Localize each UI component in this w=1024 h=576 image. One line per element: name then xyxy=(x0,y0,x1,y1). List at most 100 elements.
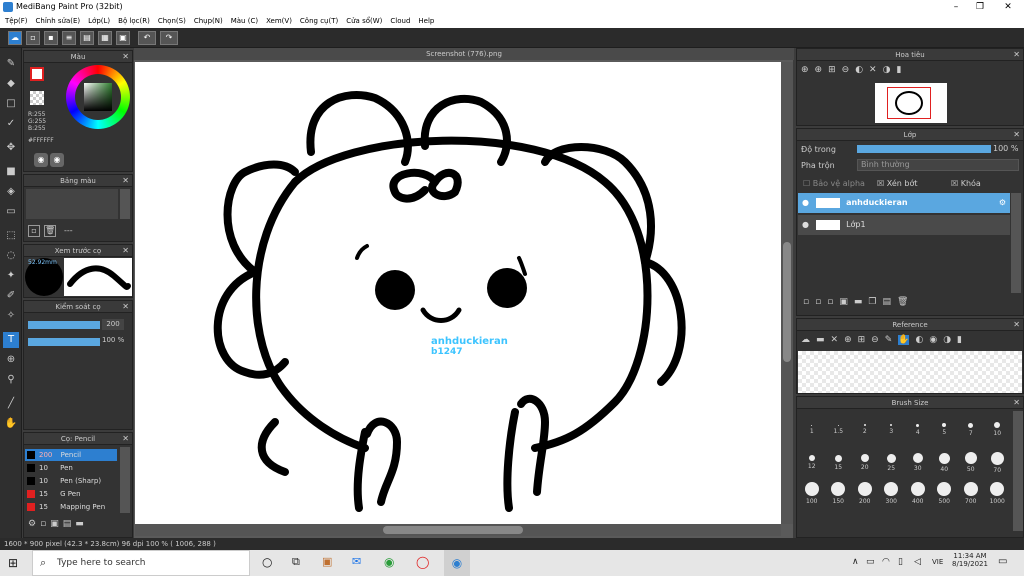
app-green-icon[interactable]: ◉ xyxy=(384,555,394,569)
brush-menu-icon[interactable]: ▣ xyxy=(50,519,59,529)
magic-wand-tool-icon[interactable]: ✦ xyxy=(3,268,19,284)
new-layer-menu-icon[interactable]: ▣ xyxy=(839,297,848,307)
grid-icon[interactable]: ▦ xyxy=(98,31,112,45)
reference-eyedropper-icon[interactable]: ✎ xyxy=(885,335,893,345)
brush-size-cell[interactable]: 30 xyxy=(905,446,931,472)
brush-size-cell[interactable]: 1.5 xyxy=(826,413,852,438)
opera-icon[interactable]: ◯ xyxy=(416,555,429,569)
select-eraser-tool-icon[interactable]: ✧ xyxy=(3,308,19,324)
duplicate-layer-icon[interactable]: ❐ xyxy=(868,297,876,307)
color-mix-icon[interactable]: ◉ xyxy=(50,153,64,167)
layer-settings-icon[interactable]: ⚙ xyxy=(999,193,1006,213)
menu-layer[interactable]: Lớp(L) xyxy=(88,14,110,28)
add-palette-icon[interactable]: ▫ xyxy=(28,225,40,237)
new-file-icon[interactable]: ▫ xyxy=(26,31,40,45)
delete-palette-icon[interactable]: 🗑 xyxy=(44,225,56,237)
brush-size-cell[interactable]: 3 xyxy=(879,413,905,438)
reference-rotate-left-icon[interactable]: ◐ xyxy=(915,335,923,345)
brush-size-cell[interactable]: 700 xyxy=(958,479,984,505)
language-indicator[interactable]: VIE xyxy=(932,558,943,566)
layer-row-lop1[interactable]: ● Lớp1 xyxy=(798,215,1010,235)
fill-shape-tool-icon[interactable]: ■ xyxy=(3,164,19,180)
rotate-left-icon[interactable]: ◐ xyxy=(855,65,863,75)
eyedropper2-tool-icon[interactable]: ╱ xyxy=(3,396,19,412)
menu-view[interactable]: Xem(V) xyxy=(266,14,292,28)
add-brush-icon[interactable]: ▫ xyxy=(40,519,46,529)
notification-icon[interactable]: ▭ xyxy=(998,556,1007,567)
operation-tool-icon[interactable]: ⊕ xyxy=(3,352,19,368)
brush-item-pen[interactable]: 10 Pen xyxy=(25,462,117,474)
reference-fit-icon[interactable]: ⊞ xyxy=(858,335,866,345)
new-8bit-layer-icon[interactable]: ▫ xyxy=(827,297,833,307)
select-tool-icon[interactable]: ⬚ xyxy=(3,228,19,244)
reference-zoom-in-icon[interactable]: ⊕ xyxy=(844,335,852,345)
pin-icon[interactable]: ▮ xyxy=(896,65,901,75)
brush-size-cell[interactable]: 200 xyxy=(852,479,878,505)
brush-size-cell[interactable]: 40 xyxy=(932,446,958,473)
menu-select[interactable]: Chọn(S) xyxy=(158,14,186,28)
brush-size-cell[interactable]: 300 xyxy=(879,479,905,505)
menu-filter[interactable]: Bộ lọc(R) xyxy=(118,14,150,28)
clock[interactable]: 11:34 AM 8/19/2021 xyxy=(952,552,988,568)
brush-item-pen-sharp[interactable]: 10 Pen (Sharp) xyxy=(25,475,117,487)
pen-tool-icon[interactable]: ✓ xyxy=(3,116,19,132)
menu-tools[interactable]: Công cụ(T) xyxy=(300,14,338,28)
redo-icon[interactable]: ↷ xyxy=(160,31,178,45)
brush-size-cell[interactable]: 25 xyxy=(879,446,905,472)
menu-cloud[interactable]: Cloud xyxy=(390,14,410,28)
clipping-checkbox[interactable]: ☒ xyxy=(877,179,887,188)
menu-help[interactable]: Help xyxy=(418,14,434,28)
brush-size-cell[interactable]: 150 xyxy=(826,479,852,505)
brush-size-cell[interactable]: 2 xyxy=(852,413,878,438)
task-view-icon[interactable]: ○ xyxy=(262,555,272,569)
lock-checkbox[interactable]: ☒ xyxy=(951,179,961,188)
document-tab[interactable]: Screenshot (776).png xyxy=(134,48,794,60)
layer-row-anhduckieran[interactable]: ● anhduckieran ⚙ xyxy=(798,193,1010,213)
layer-opacity-slider[interactable] xyxy=(857,145,991,153)
medibang-taskbar-icon[interactable]: ◉ xyxy=(444,550,470,576)
windows-start-icon[interactable]: ⊞ xyxy=(8,556,22,570)
brush-size-cell[interactable]: 100 xyxy=(799,479,825,505)
brush-size-cell[interactable]: 70 xyxy=(985,446,1011,474)
color-wheel[interactable] xyxy=(66,65,130,129)
color-picker-square[interactable] xyxy=(84,83,112,111)
reference-pin-icon[interactable]: ▮ xyxy=(957,335,962,345)
brush-opacity-slider[interactable] xyxy=(28,338,100,346)
layer-visibility-icon[interactable]: ● xyxy=(802,220,809,229)
layer-scrollbar[interactable] xyxy=(1011,193,1021,293)
gradient-tool-icon[interactable]: ▭ xyxy=(3,204,19,220)
widgets-icon[interactable]: ⧉ xyxy=(292,555,300,569)
background-color-swatch[interactable] xyxy=(30,91,44,105)
canvas-horizontal-scrollbar[interactable] xyxy=(135,524,781,536)
brush-size-value[interactable]: 200 xyxy=(102,319,124,330)
lasso-tool-icon[interactable]: ◌ xyxy=(3,248,19,264)
brush-size-cell[interactable]: 1000 xyxy=(985,479,1011,505)
brush-size-cell[interactable]: 20 xyxy=(852,446,878,471)
menu-color[interactable]: Màu (C) xyxy=(231,14,258,28)
rect-tool-icon[interactable]: □ xyxy=(3,96,19,112)
palette-scrollbar[interactable] xyxy=(120,189,130,219)
brush-size-cell[interactable]: 10 xyxy=(985,413,1011,438)
brush-item-mapping-pen[interactable]: 15 Mapping Pen xyxy=(25,501,117,513)
brush-size-cell[interactable]: 5 xyxy=(932,413,958,438)
reference-close-icon[interactable]: ✕ xyxy=(831,335,839,345)
select-pen-tool-icon[interactable]: ✐ xyxy=(3,288,19,304)
brush-list-scrollbar[interactable] xyxy=(120,447,130,513)
comment-icon[interactable]: ▪ xyxy=(44,31,58,45)
reference-hand-icon[interactable]: ✋ xyxy=(898,335,910,345)
hand-tool-icon[interactable]: ✋ xyxy=(3,416,19,432)
protect-alpha-checkbox[interactable]: ☐ xyxy=(803,179,813,188)
reference-image-area[interactable] xyxy=(798,351,1022,393)
reference-cloud-icon[interactable]: ☁ xyxy=(801,335,810,345)
menu-file[interactable]: Tệp(F) xyxy=(5,14,28,28)
cloud-icon[interactable]: ☁ xyxy=(8,31,22,45)
palette-area[interactable] xyxy=(26,189,118,219)
merge-layer-icon[interactable]: ▤ xyxy=(882,297,891,307)
reference-open-icon[interactable]: ▬ xyxy=(816,335,825,345)
panel-icon[interactable]: ▤ xyxy=(80,31,94,45)
taskbar-search-box[interactable]: Type here to search xyxy=(32,550,250,576)
brush-size-cell[interactable]: 500 xyxy=(932,479,958,505)
battery-icon[interactable]: ▯ xyxy=(898,557,903,567)
brush-size-cell[interactable]: 12 xyxy=(799,446,825,471)
rotate-right-icon[interactable]: ◑ xyxy=(883,65,891,75)
